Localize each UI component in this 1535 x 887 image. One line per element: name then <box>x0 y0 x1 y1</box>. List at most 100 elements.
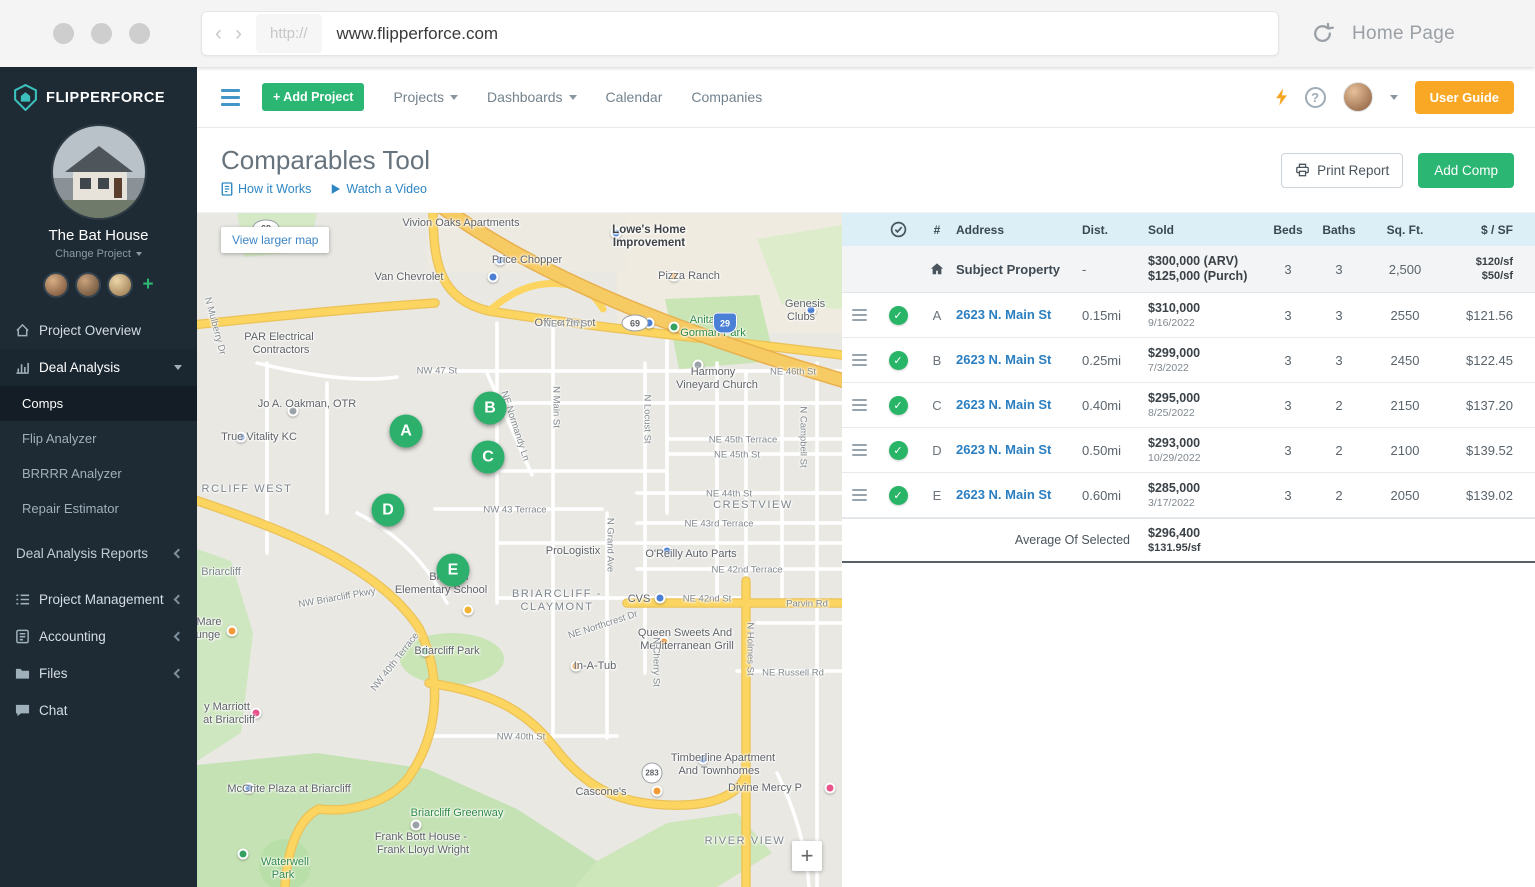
sidebar-item-accounting[interactable]: Accounting <box>0 618 197 655</box>
drag-handle-icon[interactable] <box>852 354 867 366</box>
user-avatar[interactable] <box>1343 82 1373 112</box>
sidebar-subitem[interactable]: BRRRR Analyzer <box>0 456 197 491</box>
sidebar-item-label: Deal Analysis Reports <box>16 546 148 561</box>
home-icon <box>15 323 30 338</box>
avatar[interactable] <box>75 272 101 298</box>
comp-sold-price: $285,000 <box>1148 481 1264 496</box>
avatar[interactable] <box>43 272 69 298</box>
sidebar-item-project-management[interactable]: Project Management <box>0 581 197 618</box>
comp-address-link[interactable]: 2623 N. Main St <box>956 442 1051 457</box>
comp-sold-date: 7/3/2022 <box>1148 362 1264 375</box>
nav-item-projects[interactable]: Projects <box>393 89 458 105</box>
sidebar-subitem[interactable]: Flip Analyzer <box>0 421 197 456</box>
comp-map-marker[interactable]: A <box>390 415 423 448</box>
comp-selected-check-icon[interactable]: ✓ <box>889 306 908 325</box>
comp-address-link[interactable]: 2623 N. Main St <box>956 397 1051 412</box>
col-psf: $ / SF <box>1444 223 1535 237</box>
forward-icon[interactable]: › <box>235 23 242 44</box>
nav-item-label: Calendar <box>606 89 663 105</box>
comp-dist: 0.50mi <box>1074 443 1136 458</box>
project-photo[interactable] <box>53 126 145 218</box>
add-comp-button[interactable]: Add Comp <box>1418 153 1514 188</box>
nav-item-label: Projects <box>393 89 444 105</box>
comp-address-link[interactable]: 2623 N. Main St <box>956 487 1051 502</box>
reload-icon[interactable] <box>1311 22 1334 45</box>
sidebar-subitem[interactable]: Comps <box>0 386 197 421</box>
add-project-button[interactable]: + Add Project <box>262 83 364 111</box>
help-icon[interactable]: ? <box>1305 87 1326 108</box>
comp-dist: 0.15mi <box>1074 308 1136 323</box>
comp-beds: 3 <box>1264 488 1312 503</box>
url-text[interactable]: www.flipperforce.com <box>337 24 499 44</box>
comp-map-marker[interactable]: D <box>372 494 405 527</box>
check-circle-icon <box>890 221 907 238</box>
map-poi-icon <box>652 786 663 797</box>
view-larger-map-button[interactable]: View larger map <box>221 227 329 253</box>
comp-address-link[interactable]: 2623 N. Main St <box>956 352 1051 367</box>
url-scheme: http:// <box>256 14 322 53</box>
drag-handle-icon[interactable] <box>852 444 867 456</box>
chevron-down-icon[interactable] <box>1390 95 1398 104</box>
comps-map[interactable]: Vivion Oaks ApartmentsLowe's HomeImprove… <box>197 213 842 887</box>
comp-sqft: 2450 <box>1366 353 1444 368</box>
average-label: Average Of Selected <box>842 533 1136 547</box>
how-it-works-link[interactable]: How it Works <box>221 182 311 196</box>
nav-item-calendar[interactable]: Calendar <box>606 89 663 105</box>
map-poi-icon <box>251 708 262 719</box>
home-page-link[interactable]: Home Page <box>1352 23 1455 45</box>
comp-address-link[interactable]: 2623 N. Main St <box>956 307 1051 322</box>
lightning-icon[interactable] <box>1275 88 1288 106</box>
browser-chrome: ‹ › http:// www.flipperforce.com Home Pa… <box>0 0 1535 67</box>
sidebar-item-chat[interactable]: Chat <box>0 692 197 729</box>
print-report-button[interactable]: Print Report <box>1281 153 1403 188</box>
add-member-icon[interactable]: + <box>142 274 153 296</box>
comp-psf: $121.56 <box>1444 308 1535 323</box>
nav-item-dashboards[interactable]: Dashboards <box>487 89 577 105</box>
comp-selected-check-icon[interactable]: ✓ <box>889 486 908 505</box>
map-poi-icon <box>669 322 680 333</box>
url-bar[interactable]: ‹ › http:// www.flipperforce.com <box>201 11 1279 56</box>
sidebar-item-deal-analysis[interactable]: Deal Analysis <box>0 349 197 386</box>
watch-video-link[interactable]: Watch a Video <box>330 182 427 196</box>
change-project[interactable]: Change Project <box>0 248 197 260</box>
average-row: Average Of Selected $296,400 $131.95/sf <box>842 518 1535 563</box>
subject-purchase: $125,000 (Purch) <box>1148 269 1264 284</box>
back-icon[interactable]: ‹ <box>215 23 222 44</box>
drag-handle-icon[interactable] <box>852 399 867 411</box>
map-poi-icon <box>659 637 670 648</box>
window-dot[interactable] <box>129 23 150 44</box>
comp-baths: 3 <box>1312 308 1366 323</box>
sidebar-item-label: Accounting <box>39 629 106 644</box>
flipperforce-logo-icon <box>13 84 38 111</box>
subject-arv: $300,000 (ARV) <box>1148 254 1264 269</box>
comp-sold-price: $293,000 <box>1148 436 1264 451</box>
nav-item-companies[interactable]: Companies <box>691 89 762 105</box>
chevron-left-icon <box>174 669 184 679</box>
change-project-label: Change Project <box>55 248 131 260</box>
comp-map-marker[interactable]: E <box>437 554 470 587</box>
subject-property-row: Subject Property - $300,000 (ARV) $125,0… <box>842 246 1535 293</box>
sidebar-item-deal-analysis-reports[interactable]: Deal Analysis Reports <box>0 535 197 572</box>
user-guide-button[interactable]: User Guide <box>1415 81 1514 114</box>
avatar[interactable] <box>107 272 133 298</box>
col-dist: Dist. <box>1074 223 1136 237</box>
col-sqft: Sq. Ft. <box>1366 223 1444 237</box>
sidebar-item-project-overview[interactable]: Project Overview <box>0 312 197 349</box>
menu-hamburger-icon[interactable] <box>221 89 240 106</box>
col-sold: Sold <box>1136 223 1264 237</box>
comp-map-marker[interactable]: B <box>474 392 507 425</box>
drag-handle-icon[interactable] <box>852 489 867 501</box>
zoom-in-button[interactable]: + <box>792 841 822 871</box>
drag-handle-icon[interactable] <box>852 309 867 321</box>
window-dot[interactable] <box>91 23 112 44</box>
map-poi-icon <box>411 820 422 831</box>
sidebar-subitem[interactable]: Repair Estimator <box>0 491 197 526</box>
brand[interactable]: FLIPPERFORCE <box>0 67 197 121</box>
comp-map-marker[interactable]: C <box>472 441 505 474</box>
comp-psf: $122.45 <box>1444 353 1535 368</box>
window-dot[interactable] <box>53 23 74 44</box>
sidebar-item-files[interactable]: Files <box>0 655 197 692</box>
comp-selected-check-icon[interactable]: ✓ <box>889 351 908 370</box>
comp-selected-check-icon[interactable]: ✓ <box>889 396 908 415</box>
comp-selected-check-icon[interactable]: ✓ <box>889 441 908 460</box>
